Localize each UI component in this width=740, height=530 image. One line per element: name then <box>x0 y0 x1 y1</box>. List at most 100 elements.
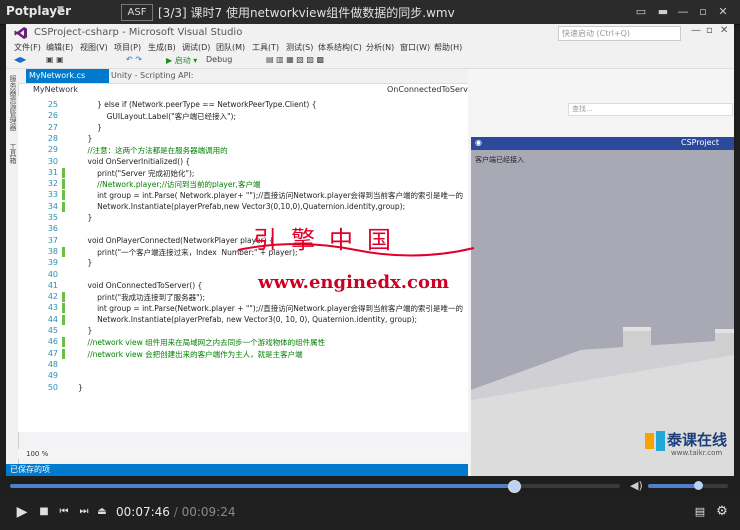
code-line[interactable]: //Network.player;//访问到当前的player,客户端 <box>78 179 260 190</box>
code-line[interactable]: } else if (Network.peerType == NetworkPe… <box>78 100 316 109</box>
previous-icon[interactable]: ⏮ <box>56 504 72 520</box>
vs-title-bar: CSProject-csharp - Microsoft Visual Stud… <box>6 24 734 42</box>
volume-bar[interactable] <box>648 481 728 490</box>
start-button[interactable]: ▶ 启动 ▾ <box>166 55 197 66</box>
menu-team[interactable]: 团队(M) <box>216 42 245 53</box>
code-line[interactable]: } <box>78 326 93 335</box>
back-icon[interactable]: ◀▶ <box>14 55 26 64</box>
line-number: 49 <box>47 371 58 381</box>
code-line[interactable]: } <box>78 134 93 143</box>
game-title-bar: ◉ CSProject <box>471 137 734 150</box>
line-number: 37 <box>47 235 58 245</box>
code-line[interactable]: //network view 组件用来在局域网之内去同步一个游戏物体的组件属性 <box>78 337 326 348</box>
line-number: 45 <box>47 326 58 335</box>
code-line[interactable]: GUILayout.Label("客户端已经接入"); <box>78 111 236 122</box>
vs-menu-bar: 文件(F) 编辑(E) 视图(V) 项目(P) 生成(B) 调试(D) 团队(M… <box>6 42 734 54</box>
code-line[interactable]: void OnConnectedToServer() { <box>78 281 203 290</box>
menu-build[interactable]: 生成(B) <box>148 42 176 53</box>
code-line[interactable]: Network.Instantiate(playerPrefab,new Vec… <box>78 202 405 211</box>
code-line[interactable]: } <box>78 213 93 222</box>
nav-class-dropdown[interactable]: MyNetwork <box>33 84 78 96</box>
config-dropdown[interactable]: Debug <box>206 55 232 64</box>
change-marker <box>62 167 65 178</box>
volume-icon[interactable]: ◀) <box>630 479 643 492</box>
minimize-icon[interactable]: — <box>676 5 690 19</box>
code-line[interactable]: Network.Instantiate(playerPrefab, new Ve… <box>78 315 417 324</box>
toolbar-icons[interactable]: ▤ ▥ ▦ ▧ ▨ ▩ <box>266 55 324 64</box>
code-line[interactable]: int group = int.Parse(Network.player + "… <box>78 303 463 314</box>
code-line[interactable]: //network view 会把创建出来的客户端作为主人，就是主客户端 <box>78 349 303 360</box>
settings-gear-icon[interactable]: ⚙ <box>714 504 730 520</box>
seek-knob[interactable] <box>508 480 522 493</box>
code-line[interactable]: int group = int.Parse( Network.player+ "… <box>78 190 463 201</box>
total-time: 00:09:24 <box>181 505 236 519</box>
line-number: 41 <box>47 280 58 290</box>
seek-progress <box>10 484 515 488</box>
vs-toolbar: ◀▶ ▣ ▣ ↶ ↷ ▶ 启动 ▾ Debug ▤ ▥ ▦ ▧ ▨ ▩ <box>6 54 734 69</box>
menu-architecture[interactable]: 体系结构(C) <box>318 42 362 53</box>
play-icon[interactable]: ▶ <box>14 504 30 520</box>
change-marker <box>62 246 65 257</box>
next-icon[interactable]: ⏭ <box>76 504 92 520</box>
menu-window[interactable]: 窗口(W) <box>400 42 430 53</box>
mini-mode-icon[interactable]: ▬ <box>656 5 670 19</box>
undo-icon[interactable]: ↶ ↷ <box>126 55 142 64</box>
unity-game-window[interactable]: ◉ CSProject 客户端已经接入 <box>471 137 734 476</box>
code-editor[interactable]: 25 } else if (Network.peerType == Networ… <box>18 96 468 432</box>
menu-help[interactable]: 帮助(H) <box>434 42 462 53</box>
menu-view[interactable]: 视图(V) <box>80 42 108 53</box>
current-time: 00:07:46 <box>116 505 170 519</box>
line-number: 47 <box>47 348 58 358</box>
code-line[interactable]: } <box>78 123 102 132</box>
menu-edit[interactable]: 编辑(E) <box>46 42 73 53</box>
change-marker <box>62 314 65 325</box>
maximize-icon[interactable]: ▫ <box>696 5 710 19</box>
pin-icon[interactable]: ▭ <box>634 5 648 19</box>
playlist-icon[interactable]: ▤ <box>692 504 708 520</box>
menu-file[interactable]: 文件(F) <box>14 42 41 53</box>
save-icon[interactable]: ▣ ▣ <box>46 55 64 64</box>
vs-close-icon[interactable]: ✕ <box>720 25 728 36</box>
change-marker <box>62 292 65 303</box>
tab-mynetwork[interactable]: MyNetwork.cs <box>26 69 109 83</box>
cube-left <box>623 327 651 357</box>
navigation-bar: MyNetwork OnConnectedToServer() <box>18 83 482 97</box>
line-number: 50 <box>47 382 58 392</box>
menu-project[interactable]: 项目(P) <box>114 42 141 53</box>
code-line[interactable]: print("Server 完成初始化"); <box>78 168 194 179</box>
game-title: CSProject <box>681 138 720 147</box>
seek-bar[interactable] <box>10 480 620 493</box>
tab-unity-scripting-api[interactable]: Unity - Scripting API: <box>111 69 193 83</box>
video-frame[interactable]: CSProject-csharp - Microsoft Visual Stud… <box>6 24 734 476</box>
document-tabs: MyNetwork.cs Unity - Scripting API: <box>18 69 468 83</box>
change-marker <box>62 201 65 212</box>
menu-tools[interactable]: 工具(T) <box>252 42 279 53</box>
menu-debug[interactable]: 调试(D) <box>182 42 210 53</box>
quick-launch-input[interactable]: 快速启动 (Ctrl+Q) <box>558 26 681 41</box>
eject-icon[interactable]: ⏏ <box>94 504 110 520</box>
code-line[interactable]: } <box>78 258 93 267</box>
vs-maximize-icon[interactable]: ▫ <box>706 25 713 36</box>
status-text: 已保存的项 <box>10 465 50 474</box>
stop-icon[interactable]: ■ <box>36 504 52 520</box>
vs-minimize-icon[interactable]: — <box>691 25 701 36</box>
menu-test[interactable]: 测试(S) <box>286 42 313 53</box>
vs-window-title: CSProject-csharp - Microsoft Visual Stud… <box>34 27 243 38</box>
code-line[interactable]: } <box>78 383 83 392</box>
time-display: 00:07:46 / 00:09:24 <box>116 505 236 519</box>
change-marker <box>62 190 65 201</box>
panel-search-input[interactable]: 查找... <box>568 103 733 116</box>
code-line[interactable]: print("我成功连接到了服务器"); <box>78 292 205 303</box>
close-icon[interactable]: ✕ <box>716 5 730 19</box>
menu-analyze[interactable]: 分析(N) <box>366 42 394 53</box>
line-number: 31 <box>47 167 58 177</box>
toolbox-tab[interactable]: 工具箱 <box>8 143 18 164</box>
code-line[interactable]: void OnServerInitialized() { <box>78 157 191 166</box>
line-number: 46 <box>47 337 58 347</box>
zoom-level[interactable]: 100 % <box>26 450 48 458</box>
player-menu-dropdown-icon[interactable]: ▼ <box>57 5 64 15</box>
server-explorer-tab[interactable]: 服务器资源管理器 <box>8 75 18 131</box>
line-number: 42 <box>47 292 58 302</box>
code-line[interactable]: //注意：这两个方法都是在服务器端调用的 <box>78 145 228 156</box>
volume-knob[interactable] <box>693 481 703 490</box>
